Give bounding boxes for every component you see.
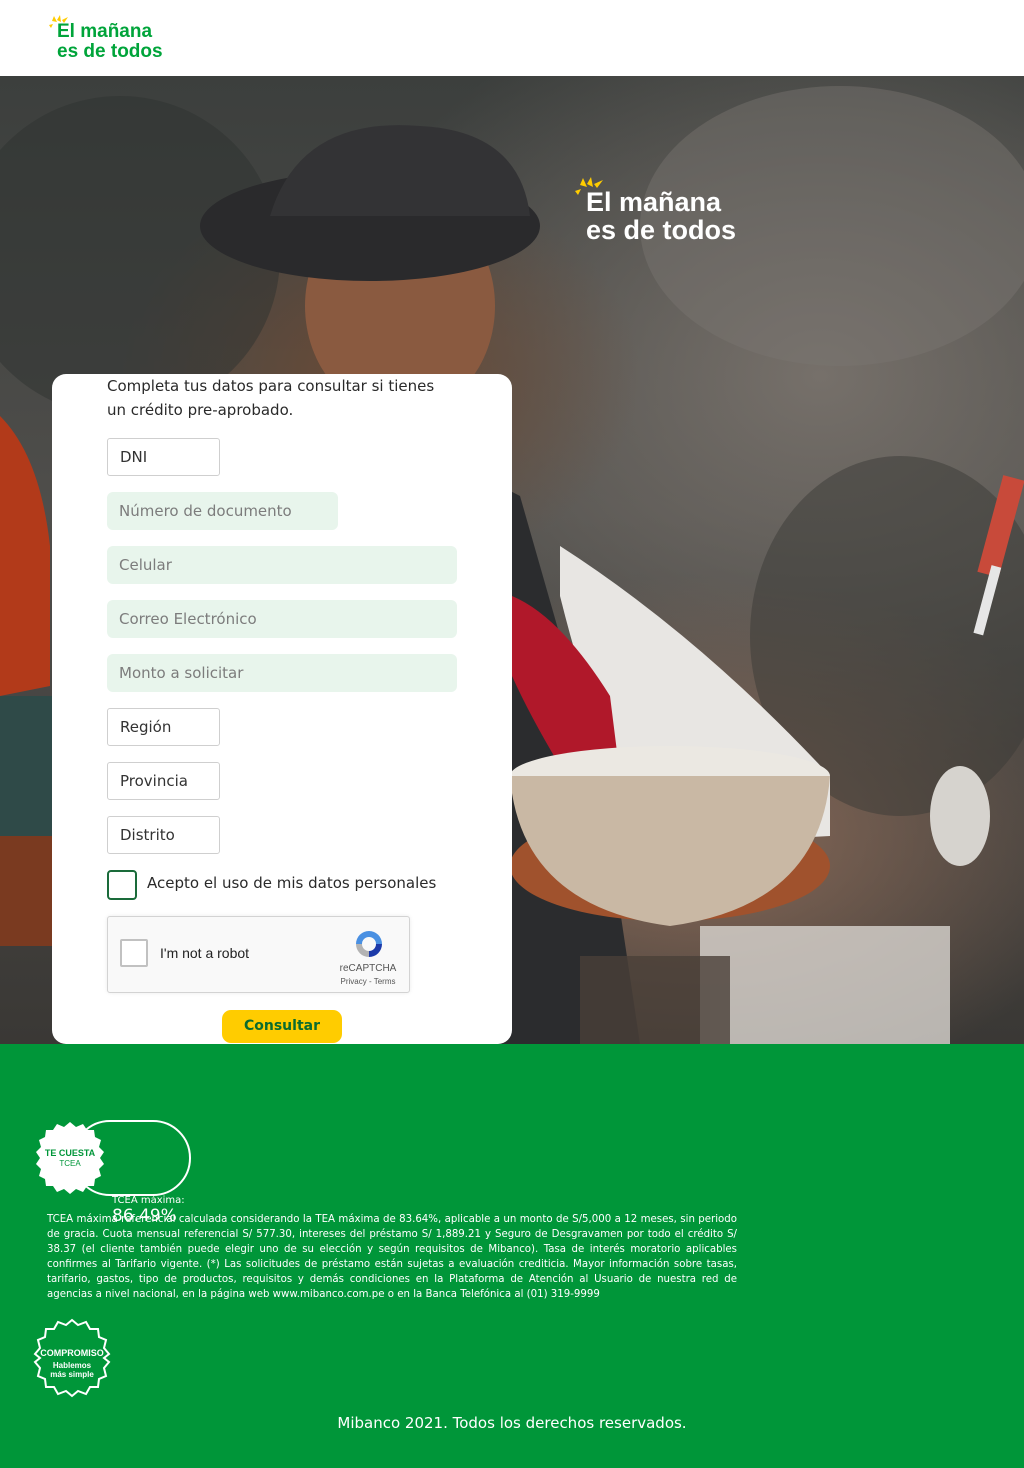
hero-logo-line2: es de todos — [586, 215, 737, 245]
tcea-label: TCEA máxima: — [112, 1195, 185, 1206]
tcea-badge: TE CUESTA TCEA — [32, 1120, 192, 1196]
site-header: El mañana es de todos — [0, 0, 1024, 76]
copyright: Mibanco 2021. Todos los derechos reserva… — [337, 1414, 687, 1432]
province-select[interactable]: Provincia — [107, 762, 220, 800]
badge-title: TE CUESTA — [44, 1148, 96, 1158]
recaptcha-links[interactable]: Privacy - Terms — [330, 977, 406, 986]
region-select[interactable]: Región — [107, 708, 220, 746]
legal-text: TCEA máxima referencial calculada consid… — [47, 1214, 737, 1300]
commitment-line2: más simple — [50, 1370, 94, 1379]
hero-logo: El mañana es de todos — [572, 176, 772, 256]
seal-icon — [36, 1122, 104, 1194]
submit-button[interactable]: Consultar — [222, 1010, 342, 1043]
commitment-text: Hablemos más simple — [32, 1361, 112, 1379]
recaptcha-widget: I'm not a robot reCAPTCHA Privacy - Term… — [107, 916, 410, 993]
logo-line2: es de todos — [57, 41, 163, 62]
seal-outline-icon — [33, 1318, 111, 1398]
consent-label[interactable]: Acepto el uso de mis datos personales — [147, 874, 436, 892]
hero-logo-text: El mañana es de todos — [586, 188, 736, 244]
email-input[interactable] — [107, 600, 457, 638]
commitment-title: COMPROMISO — [40, 1348, 104, 1358]
document-number-input[interactable] — [107, 492, 338, 530]
form-intro: Completa tus datos para consultar si tie… — [107, 377, 435, 419]
preapproval-form: Completa tus datos para consultar si tie… — [52, 374, 512, 1044]
commitment-line1: Hablemos — [52, 1361, 92, 1370]
recaptcha-checkbox[interactable] — [120, 939, 148, 967]
recaptcha-icon — [356, 931, 382, 957]
site-footer: TE CUESTA TCEA TCEA máxima: 86.49% TCEA … — [0, 1044, 1024, 1468]
district-select[interactable]: Distrito — [107, 816, 220, 854]
consent-checkbox[interactable] — [107, 870, 137, 900]
hero-logo-line1: El mañana — [586, 187, 722, 217]
recaptcha-brand: reCAPTCHA — [339, 963, 397, 974]
tcea-seal: TE CUESTA TCEA — [32, 1120, 108, 1196]
commitment-badge: COMPROMISO Hablemos más simple — [32, 1318, 112, 1398]
badge-subtitle: TCEA — [59, 1159, 81, 1168]
recaptcha-label: I'm not a robot — [160, 945, 250, 961]
phone-input[interactable] — [107, 546, 457, 584]
brand-logo[interactable]: El mañana es de todos — [46, 14, 186, 66]
logo-line1: El mañana — [57, 21, 153, 42]
amount-input[interactable] — [107, 654, 457, 692]
logo-text: El mañana es de todos — [57, 22, 163, 62]
document-type-select[interactable]: DNI — [107, 438, 220, 476]
